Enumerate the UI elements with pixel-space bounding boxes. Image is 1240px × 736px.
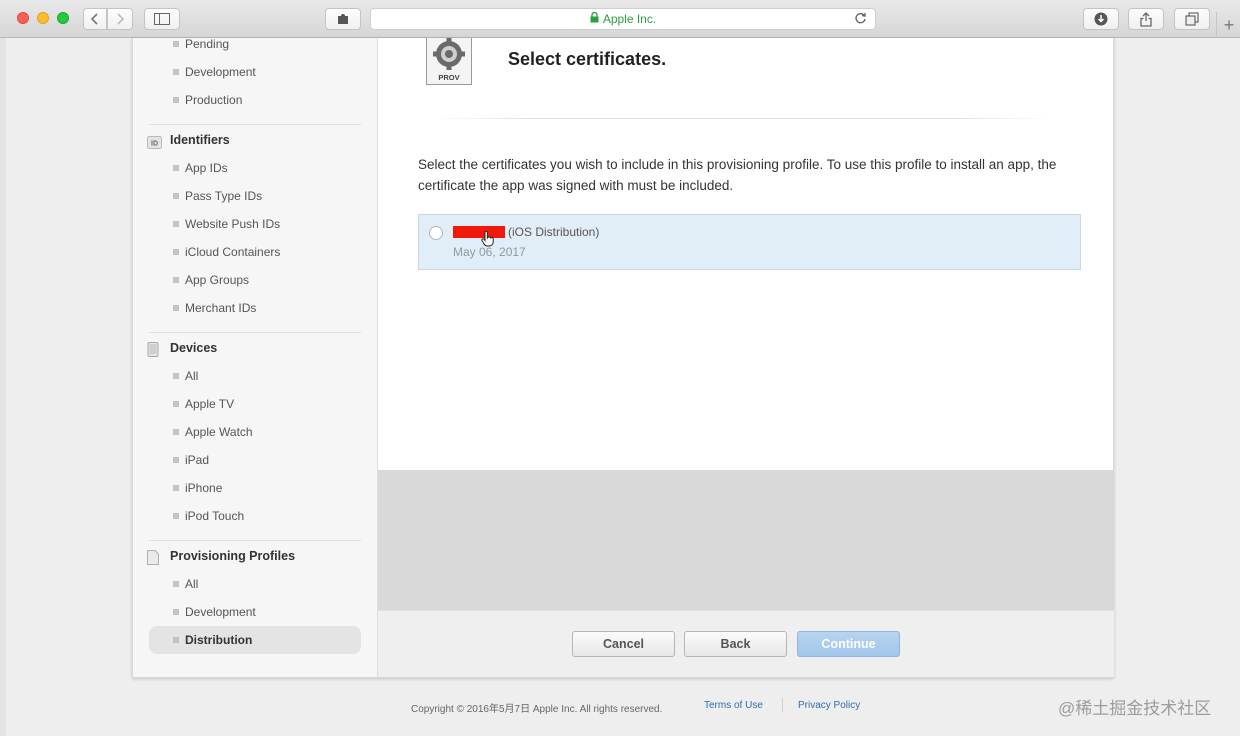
minimize-window-button[interactable] <box>37 12 49 24</box>
terms-of-use-link[interactable]: Terms of Use <box>704 700 763 711</box>
download-icon <box>1094 12 1108 26</box>
bullet-icon <box>173 249 179 255</box>
tabs-overview-button[interactable] <box>1174 8 1210 30</box>
watermark-text: @稀土掘金技术社区 <box>1058 699 1212 718</box>
bullet-icon <box>173 429 179 435</box>
page-title: Select certificates. <box>508 49 667 69</box>
address-bar[interactable]: Apple Inc. <box>370 8 876 30</box>
title-divider <box>433 118 1053 119</box>
sidebar-item-iphone[interactable]: iPhone <box>149 474 361 502</box>
lock-icon <box>590 11 599 26</box>
downloads-button[interactable] <box>1083 8 1119 30</box>
bullet-icon <box>173 69 179 75</box>
sidebar-section-identifiers: ID Identifiers <box>147 128 230 152</box>
sidebar-item-app-groups[interactable]: App Groups <box>149 266 361 294</box>
close-window-button[interactable] <box>17 12 29 24</box>
certificate-radio[interactable] <box>429 226 443 240</box>
bullet-icon <box>173 513 179 519</box>
bullet-icon <box>173 401 179 407</box>
continue-button[interactable]: Continue <box>797 631 900 657</box>
sidebar-divider <box>149 540 361 541</box>
provisioning-profile-icon: PROV <box>426 33 472 85</box>
sidebar-item-merchant-ids[interactable]: Merchant IDs <box>149 294 361 322</box>
sidebar-item-development-profiles[interactable]: Development <box>149 598 361 626</box>
forward-nav-button[interactable] <box>107 8 133 30</box>
certificate-type: (iOS Distribution) <box>508 225 600 239</box>
back-nav-button[interactable] <box>83 8 107 30</box>
bullet-icon <box>173 41 179 47</box>
sidebar-item-development[interactable]: Development <box>149 58 361 86</box>
sidebar-item-apple-watch[interactable]: Apple Watch <box>149 418 361 446</box>
empty-panel <box>378 470 1114 610</box>
bullet-icon <box>173 165 179 171</box>
bullet-icon <box>173 193 179 199</box>
svg-text:PROV: PROV <box>438 73 459 82</box>
svg-text:ID: ID <box>151 141 158 148</box>
sidebar-item-production[interactable]: Production <box>149 86 361 114</box>
sidebar: Pending Development Production ID Identi… <box>133 37 378 677</box>
instructions-text: Select the certificates you wish to incl… <box>418 157 1057 193</box>
cancel-button[interactable]: Cancel <box>572 631 675 657</box>
share-icon <box>1140 11 1152 27</box>
share-button[interactable] <box>1128 8 1164 30</box>
sidebar-item-pending[interactable]: Pending <box>149 30 361 58</box>
sidebar-section-provisioning-profiles: Provisioning Profiles <box>147 544 295 568</box>
sidebar-item-app-ids[interactable]: App IDs <box>149 154 361 182</box>
puzzle-icon <box>338 14 348 24</box>
reload-icon[interactable] <box>854 12 867 28</box>
sidebar-item-distribution[interactable]: Distribution <box>149 626 361 654</box>
privacy-policy-link[interactable]: Privacy Policy <box>798 700 860 711</box>
action-bar: Cancel Back Continue <box>378 610 1114 677</box>
bullet-icon <box>173 609 179 615</box>
bullet-icon <box>173 581 179 587</box>
bullet-icon <box>173 221 179 227</box>
sidebar-divider <box>149 124 361 125</box>
certificate-option-row[interactable]: (iOS Distribution) May 06, 2017 <box>418 214 1081 270</box>
url-text: Apple Inc. <box>602 12 657 26</box>
sidebar-item-pass-type-ids[interactable]: Pass Type IDs <box>149 182 361 210</box>
hand-pointer-icon <box>481 230 495 252</box>
bullet-icon <box>173 373 179 379</box>
sidebar-section-devices: Devices <box>147 336 217 360</box>
tabs-icon <box>1185 12 1199 26</box>
bullet-icon <box>173 97 179 103</box>
copyright-text: Copyright © 2016年5月7日 Apple Inc. All rig… <box>411 704 663 715</box>
sidebar-item-all-devices[interactable]: All <box>149 362 361 390</box>
zoom-window-button[interactable] <box>57 12 69 24</box>
sidebar-item-website-push-ids[interactable]: Website Push IDs <box>149 210 361 238</box>
extension-button[interactable] <box>325 8 361 30</box>
sidebar-icon <box>154 13 170 25</box>
developer-portal-card: Pending Development Production ID Identi… <box>132 33 1114 678</box>
chevron-left-icon <box>91 13 98 25</box>
main-content: PROV Select certificates. Select the cer… <box>378 33 1114 677</box>
chevron-right-icon <box>117 13 124 25</box>
bullet-icon <box>173 457 179 463</box>
footer-divider <box>782 698 783 712</box>
back-button[interactable]: Back <box>684 631 787 657</box>
bullet-icon <box>173 277 179 283</box>
bullet-icon <box>173 637 179 643</box>
sidebar-item-all-profiles[interactable]: All <box>149 570 361 598</box>
bullet-icon <box>173 305 179 311</box>
sidebar-toggle-button[interactable] <box>144 8 180 30</box>
sidebar-item-ipad[interactable]: iPad <box>149 446 361 474</box>
sidebar-item-icloud-containers[interactable]: iCloud Containers <box>149 238 361 266</box>
bullet-icon <box>173 485 179 491</box>
sidebar-item-apple-tv[interactable]: Apple TV <box>149 390 361 418</box>
window-edge <box>0 38 6 736</box>
sidebar-divider <box>149 332 361 333</box>
new-tab-button[interactable]: + <box>1216 12 1240 38</box>
redacted-certificate-name <box>453 226 505 238</box>
sidebar-item-ipod-touch[interactable]: iPod Touch <box>149 502 361 530</box>
